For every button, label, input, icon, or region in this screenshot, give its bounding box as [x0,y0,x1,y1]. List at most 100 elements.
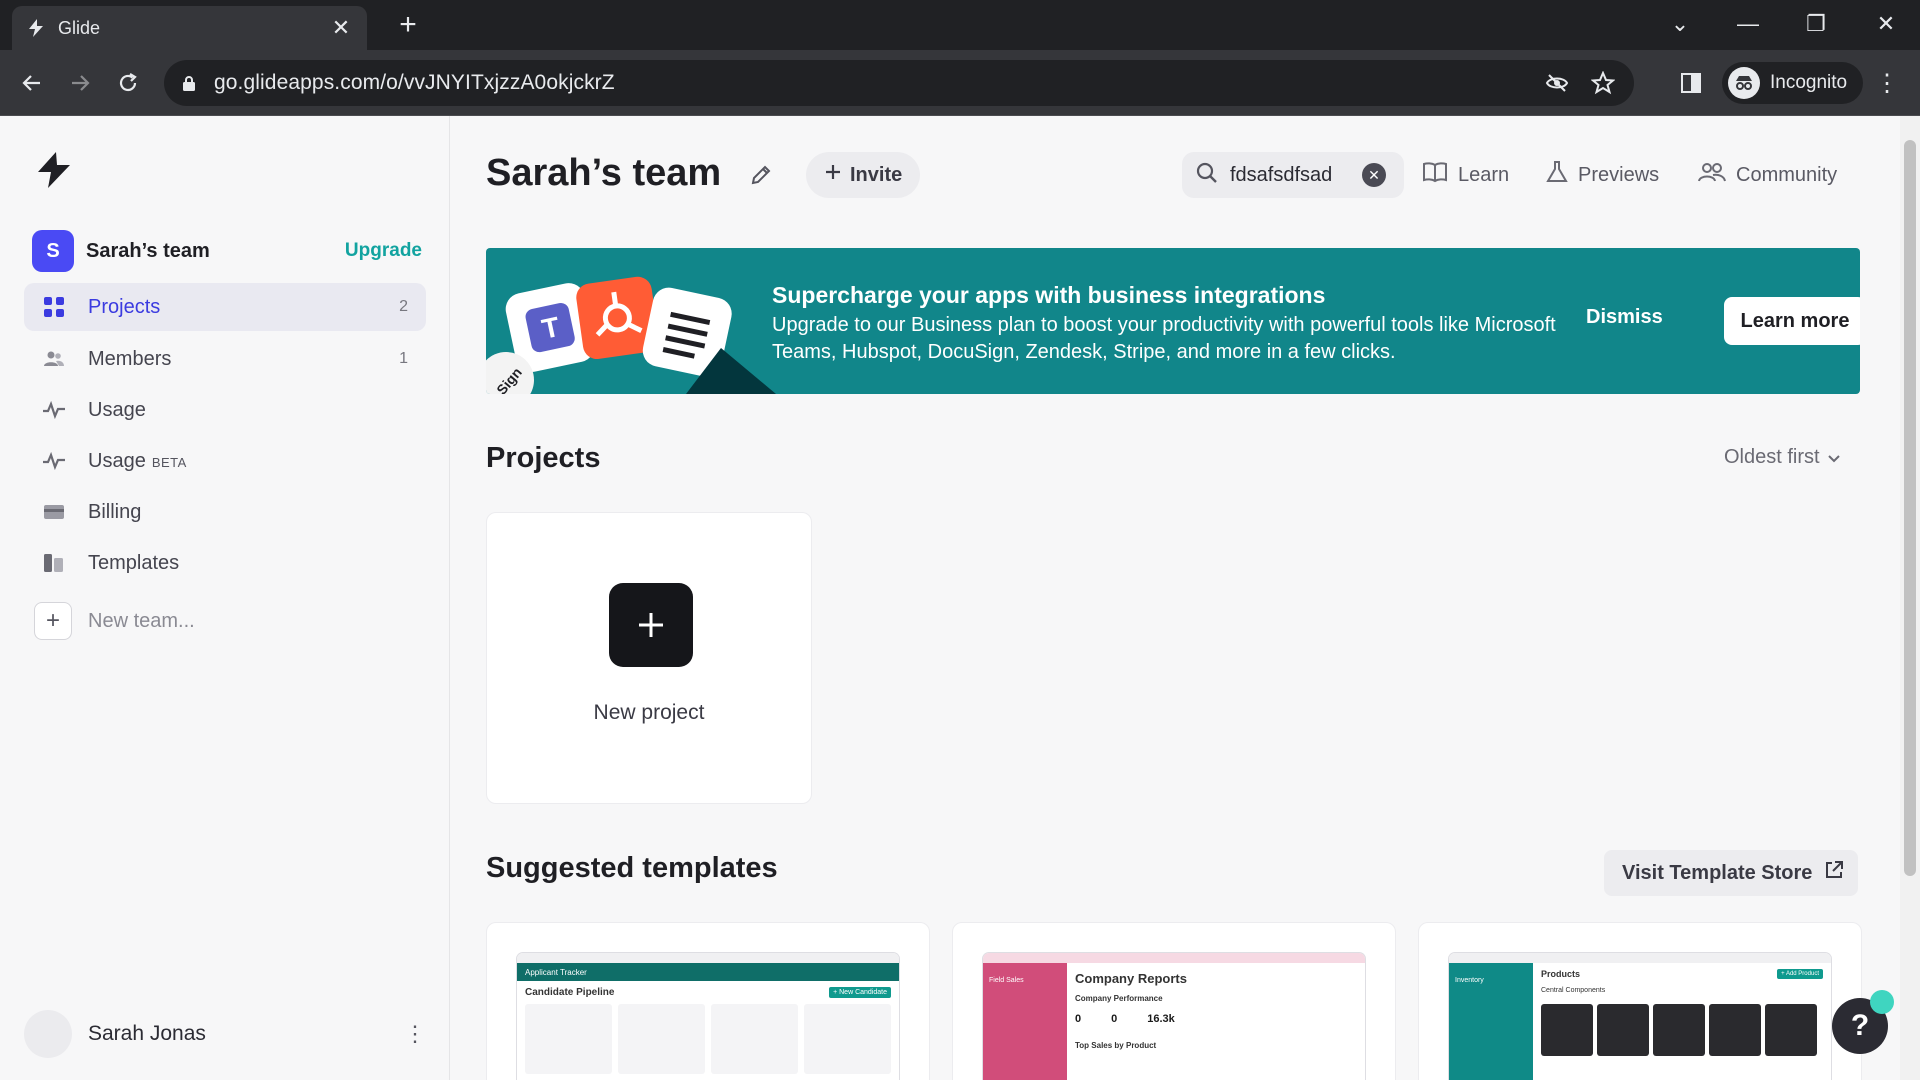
upgrade-link[interactable]: Upgrade [345,240,422,262]
template-app-name: Applicant Tracker [525,967,587,977]
template-store-label: Visit Template Store [1622,861,1813,884]
template-card-company-reports[interactable]: Field Sales Company Reports Company Perf… [952,922,1396,1080]
search-box[interactable]: ✕ [1182,152,1404,198]
restore-button[interactable]: ❐ [1796,8,1836,40]
sidebar-item-projects[interactable]: Projects 2 [24,283,426,331]
new-project-label: New project [593,701,705,724]
user-profile[interactable]: Sarah Jonas ⋮ [24,1009,426,1059]
metric-value: 0 [1075,1013,1082,1025]
sidebar-item-usage[interactable]: Usage [24,386,426,434]
incognito-profile-button[interactable]: Incognito [1722,62,1864,104]
people-icon [42,347,66,371]
glide-favicon-icon [26,18,46,38]
template-heading: Products [1541,969,1581,979]
incognito-icon [1728,67,1760,99]
tab-search-icon[interactable]: ⌄ [1660,8,1700,40]
team-avatar: S [32,230,74,272]
sort-label: Oldest first [1724,446,1820,468]
template-subheading: Company Performance [1075,994,1163,1003]
community-label: Community [1736,163,1838,186]
tracking-eye-off-icon[interactable] [1542,68,1572,98]
sidebar-item-billing[interactable]: Billing [24,488,426,536]
browser-menu-icon[interactable]: ⋮ [1872,68,1902,98]
learn-label: Learn [1458,163,1510,186]
new-team-button[interactable]: + New team... [34,602,195,640]
template-app-name: Field Sales [989,977,1024,984]
sidebar-item-members[interactable]: Members 1 [24,335,426,383]
metric-value: 16.3k [1147,1013,1175,1025]
projects-count: 2 [399,298,408,315]
invite-label: Invite [850,163,903,186]
banner-text: Upgrade to our Business plan to boost yo… [772,314,1556,363]
plus-icon[interactable] [609,583,693,667]
new-tab-button[interactable]: + [392,10,424,42]
team-switcher[interactable]: S Sarah’s team Upgrade [32,229,422,273]
glide-logo-icon[interactable] [34,150,74,190]
scrollbar-thumb[interactable] [1904,140,1916,876]
browser-toolbar: go.glideapps.com/o/vvJNYITxjzzA0okjckrZ … [0,50,1920,116]
sidebar-item-templates[interactable]: Templates [24,539,426,587]
plus-icon: + [34,602,72,640]
browser-tabbar: Glide ✕ + ⌄ — ❐ ✕ [0,0,1920,50]
user-name: Sarah Jonas [88,1022,206,1045]
learn-link[interactable]: Learn [1422,152,1509,198]
side-panel-icon[interactable] [1676,68,1706,98]
integrations-banner: T Sign Supercharge your apps with busine… [486,248,1860,394]
dismiss-button[interactable]: Dismiss [1586,306,1663,329]
members-count: 1 [399,350,408,367]
sidebar-item-label: Usage [88,449,146,472]
template-action: + New Candidate [829,987,891,998]
back-icon[interactable] [14,65,50,101]
more-vertical-icon[interactable]: ⋮ [404,1021,426,1047]
sort-dropdown[interactable]: Oldest first [1724,446,1840,469]
clear-search-icon[interactable]: ✕ [1362,163,1386,187]
url-text[interactable]: go.glideapps.com/o/vvJNYITxjzzA0okjckrZ [214,71,1542,95]
lock-icon[interactable] [180,74,198,92]
scrollbar[interactable] [1900,116,1920,1080]
template-preview: Field Sales Company Reports Company Perf… [983,953,1365,1080]
pencil-icon[interactable] [750,164,774,188]
template-icon [42,551,66,575]
pulse-icon [42,398,66,422]
template-heading: Company Reports [1075,971,1187,986]
card-icon [42,500,66,524]
close-window-button[interactable]: ✕ [1866,8,1906,40]
template-card-applicant-tracker[interactable]: Applicant Tracker Candidate Pipeline + N… [486,922,930,1080]
visit-template-store-button[interactable]: Visit Template Store [1604,850,1859,896]
new-project-card[interactable]: New project [486,512,812,804]
external-link-icon [1824,860,1844,886]
close-tab-icon[interactable]: ✕ [329,15,353,41]
template-preview: Inventory Products + Add Product Central… [1449,953,1831,1080]
sidebar: S Sarah’s team Upgrade Projects 2 Member… [0,116,450,1080]
team-name: Sarah’s team [86,239,210,262]
browser-tab[interactable]: Glide ✕ [12,6,367,50]
previews-link[interactable]: Previews [1546,152,1659,198]
search-input[interactable] [1230,163,1350,187]
integrations-illustration: T Sign [486,276,776,394]
learn-more-button[interactable]: Learn more [1724,297,1860,345]
sidebar-item-label: Projects [88,295,161,318]
forward-icon[interactable] [62,65,98,101]
previews-label: Previews [1578,163,1660,186]
flask-icon [1546,160,1568,190]
sidebar-item-label: Usage [88,398,146,421]
sidebar-item-label: Members [88,347,172,370]
template-card-inventory[interactable]: Inventory Products + Add Product Central… [1418,922,1862,1080]
incognito-label: Incognito [1770,72,1848,93]
beta-badge: BETA [151,454,187,470]
bookmark-star-icon[interactable] [1588,68,1618,98]
sidebar-item-usage-beta[interactable]: Usage BETA [24,437,426,485]
template-subheading: Central Components [1541,987,1606,994]
sidebar-item-label: Billing [88,500,142,523]
template-preview: Applicant Tracker Candidate Pipeline + N… [517,953,899,1080]
chevron-down-icon [1827,446,1840,469]
address-bar[interactable]: go.glideapps.com/o/vvJNYITxjzzA0okjckrZ [164,60,1634,106]
new-team-label: New team... [88,609,195,632]
reload-icon[interactable] [110,65,146,101]
minimize-button[interactable]: — [1728,8,1768,40]
template-footer: Top Sales by Product [1075,1041,1157,1050]
community-link[interactable]: Community [1698,152,1837,198]
invite-button[interactable]: Invite [806,152,921,198]
tab-title: Glide [58,17,101,38]
grid-icon [42,295,66,319]
